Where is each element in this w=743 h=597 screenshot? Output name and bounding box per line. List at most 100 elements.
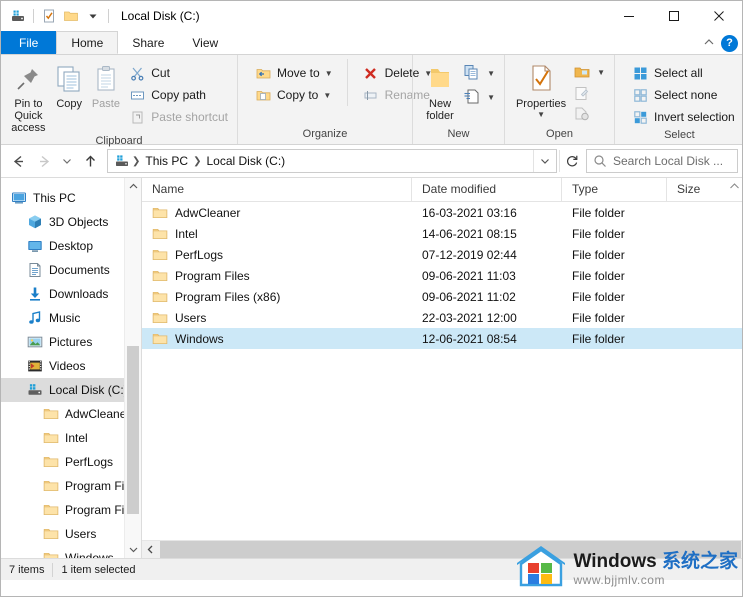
breadcrumb-local-disk[interactable]: Local Disk (C:) xyxy=(203,154,288,168)
close-button[interactable] xyxy=(696,1,742,30)
table-row[interactable]: Intel 14-06-2021 08:15 File folder xyxy=(142,223,742,244)
copy-path-icon xyxy=(128,87,146,103)
ribbon-group-open: Properties ▼ ▼ Open xyxy=(504,55,614,144)
new-folder-button[interactable]: New folder xyxy=(421,59,459,122)
tab-file[interactable]: File xyxy=(1,31,57,54)
delete-icon xyxy=(362,65,380,81)
sidebar-item-downloads[interactable]: Downloads xyxy=(1,282,141,306)
sidebar-item-music[interactable]: Music xyxy=(1,306,141,330)
tab-home[interactable]: Home xyxy=(56,31,119,54)
sidebar-item-users[interactable]: Users xyxy=(1,522,141,546)
table-row[interactable]: Windows 12-06-2021 08:54 File folder xyxy=(142,328,742,349)
move-to-button[interactable]: Move to ▼ xyxy=(250,62,337,84)
copy-path-button[interactable]: Copy path xyxy=(124,84,232,106)
path-dropdown-button[interactable] xyxy=(533,150,556,172)
edit-button[interactable] xyxy=(569,83,609,103)
cut-button[interactable]: Cut xyxy=(124,62,232,84)
file-type-cell: File folder xyxy=(572,226,625,241)
open-caret-icon[interactable]: ▼ xyxy=(597,68,605,77)
paste-button[interactable]: Paste xyxy=(88,59,125,110)
table-row[interactable]: Program Files (x86) 09-06-2021 11:02 File … xyxy=(142,286,742,307)
open-button[interactable]: ▼ xyxy=(569,61,609,83)
properties-qat-icon[interactable] xyxy=(38,5,60,27)
organize-col-1: Move to ▼ Copy to ▼ xyxy=(250,59,337,106)
sidebar-item-perflogs[interactable]: PerfLogs xyxy=(1,450,141,474)
new-folder-icon xyxy=(425,62,455,96)
chevron-up-icon[interactable] xyxy=(703,34,715,52)
tab-share[interactable]: Share xyxy=(118,31,178,54)
help-button[interactable]: ? xyxy=(721,34,738,52)
maximize-button[interactable] xyxy=(651,1,696,30)
easy-access-caret-icon[interactable]: ▼ xyxy=(487,93,495,102)
easy-access-button[interactable]: ▼ xyxy=(459,85,499,109)
drive-qat-icon[interactable] xyxy=(7,5,29,27)
sidebar-item-pictures[interactable]: Pictures xyxy=(1,330,141,354)
up-button[interactable] xyxy=(77,148,103,174)
edit-icon xyxy=(573,85,591,101)
customize-qat-caret-icon[interactable] xyxy=(82,5,104,27)
quick-access-toolbar xyxy=(7,5,113,27)
sidebar-item-videos[interactable]: Videos xyxy=(1,354,141,378)
sidebar-item-windows[interactable]: Windows xyxy=(1,546,141,558)
sidebar-item-adwcleaner[interactable]: AdwCleaner xyxy=(1,402,141,426)
select-all-label: Select all xyxy=(654,66,703,80)
documents-icon xyxy=(27,262,43,278)
invert-selection-button[interactable]: Invert selection xyxy=(627,106,739,128)
nav-scroll-thumb[interactable] xyxy=(127,346,139,514)
recent-locations-button[interactable] xyxy=(57,148,77,174)
table-row[interactable]: PerfLogs 07-12-2019 02:44 File folder xyxy=(142,244,742,265)
horizontal-scrollbar[interactable] xyxy=(142,540,742,558)
ribbon-tabs-right: ? xyxy=(703,34,738,52)
new-item-caret-icon[interactable]: ▼ xyxy=(487,69,495,78)
paste-shortcut-button[interactable]: Paste shortcut xyxy=(124,106,232,128)
copy-to-button[interactable]: Copy to ▼ xyxy=(250,84,337,106)
table-row[interactable]: AdwCleaner 16-03-2021 03:16 File folder xyxy=(142,202,742,223)
nav-scroll-down-button[interactable] xyxy=(125,541,141,558)
select-group-label: Select xyxy=(664,129,695,141)
folder-qat-icon[interactable] xyxy=(60,5,82,27)
search-input[interactable]: Search Local Disk ... xyxy=(613,154,723,168)
copy-to-caret-icon[interactable]: ▼ xyxy=(323,91,331,100)
sidebar-item-3d-objects[interactable]: 3D Objects xyxy=(1,210,141,234)
copy-button[interactable]: Copy xyxy=(51,59,88,110)
sidebar-item-this-pc[interactable]: This PC xyxy=(1,186,141,210)
breadcrumb-this-pc[interactable]: This PC xyxy=(142,154,191,168)
new-item-button[interactable]: ▼ xyxy=(459,61,499,85)
properties-button[interactable]: Properties ▼ xyxy=(513,59,569,119)
search-box[interactable]: Search Local Disk ... xyxy=(586,149,738,173)
sidebar-item-local-disk-c[interactable]: Local Disk (C:) xyxy=(1,378,141,402)
path-box[interactable]: ❯ This PC ❯ Local Disk (C:) xyxy=(107,149,557,173)
nav-scroll-up-button[interactable] xyxy=(125,178,141,195)
tab-view[interactable]: View xyxy=(178,31,232,54)
move-to-caret-icon[interactable]: ▼ xyxy=(325,69,333,78)
sidebar-item-program-files[interactable]: Program Files ( xyxy=(1,498,141,522)
column-header-name[interactable]: Name xyxy=(142,178,412,201)
breadcrumb-separator-1[interactable]: ❯ xyxy=(191,156,203,167)
sidebar-item-documents[interactable]: Documents xyxy=(1,258,141,282)
back-button[interactable] xyxy=(5,148,31,174)
file-type-cell: File folder xyxy=(572,289,625,304)
nav-scrollbar[interactable] xyxy=(124,178,141,558)
refresh-button[interactable] xyxy=(559,150,584,172)
select-all-button[interactable]: Select all xyxy=(627,62,739,84)
hscroll-thumb[interactable] xyxy=(160,541,741,558)
select-none-button[interactable]: Select none xyxy=(627,84,739,106)
pin-to-quick-access-button[interactable]: Pin to Quick access xyxy=(6,59,51,134)
minimize-button[interactable] xyxy=(606,1,651,30)
sidebar-item-desktop[interactable]: Desktop xyxy=(1,234,141,258)
file-name-cell: Windows xyxy=(142,331,412,347)
hscroll-left-button[interactable] xyxy=(142,541,159,558)
sidebar-item-label: PerfLogs xyxy=(65,455,114,469)
properties-caret-icon[interactable]: ▼ xyxy=(537,110,545,119)
column-header-date-modified[interactable]: Date modified xyxy=(412,178,562,201)
history-button[interactable] xyxy=(569,103,609,123)
sidebar-item-program-files[interactable]: Program Files xyxy=(1,474,141,498)
breadcrumb-separator-0[interactable]: ❯ xyxy=(130,156,142,167)
forward-button[interactable] xyxy=(31,148,57,174)
column-header-chevron-icon[interactable] xyxy=(729,182,740,192)
column-header-type[interactable]: Type xyxy=(562,178,667,201)
sidebar-item-intel[interactable]: Intel xyxy=(1,426,141,450)
table-row[interactable]: Users 22-03-2021 12:00 File folder xyxy=(142,307,742,328)
table-row[interactable]: Program Files 09-06-2021 11:03 File folder xyxy=(142,265,742,286)
music-icon xyxy=(27,310,43,326)
